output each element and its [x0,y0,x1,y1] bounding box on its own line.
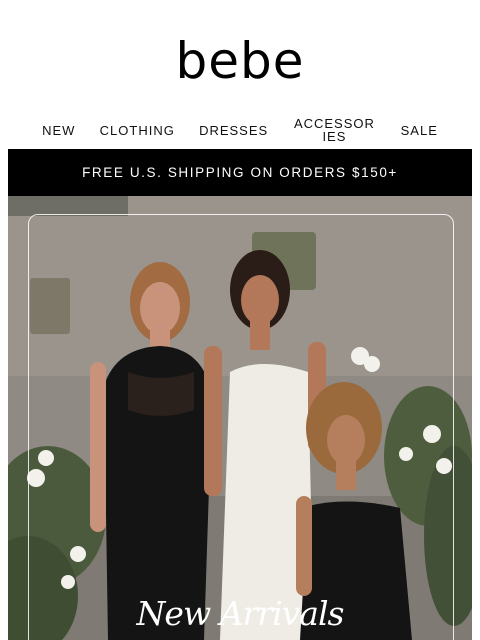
shipping-banner-text: FREE U.S. SHIPPING ON ORDERS $150+ [82,165,398,180]
nav-item-accessories[interactable]: ACCESSORIES [292,117,376,143]
hero-title: New Arrivals [136,594,345,633]
nav-item-sale[interactable]: SALE [401,124,438,137]
brand-logo[interactable]: bebe [0,36,480,86]
header: bebe [0,0,480,110]
nav-item-clothing[interactable]: CLOTHING [100,124,175,137]
hero-banner[interactable]: New Arrivals [8,196,472,640]
hero-frame-border [28,214,454,640]
nav-item-dresses[interactable]: DRESSES [199,124,268,137]
shipping-banner[interactable]: FREE U.S. SHIPPING ON ORDERS $150+ [8,149,472,196]
nav-item-new[interactable]: NEW [42,124,75,137]
main-nav: NEW CLOTHING DRESSES ACCESSORIES SALE [0,112,480,148]
